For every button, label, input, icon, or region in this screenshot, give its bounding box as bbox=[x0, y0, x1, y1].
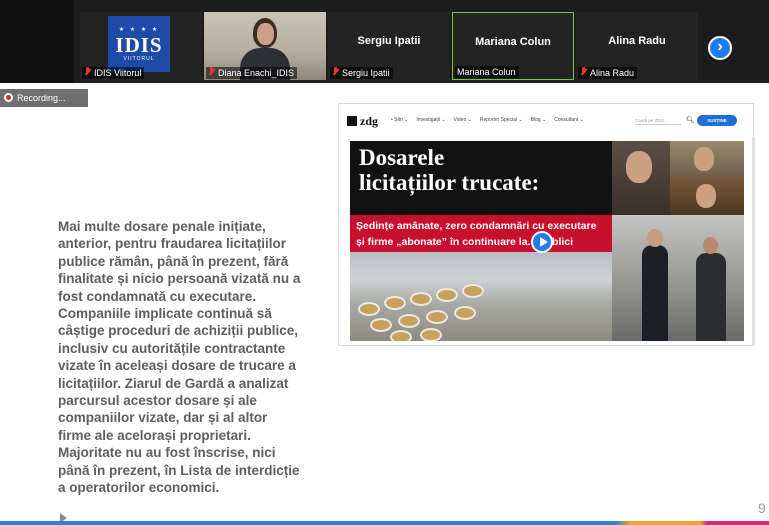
participant-tile-mariana[interactable]: Mariana Colun Mariana Colun bbox=[452, 12, 574, 80]
headline: Dosarele licitațiilor trucate: bbox=[359, 145, 540, 195]
slide-page-number: 9 bbox=[758, 500, 766, 516]
recording-indicator[interactable]: Recording... bbox=[0, 89, 88, 107]
mic-muted-icon bbox=[84, 67, 91, 77]
menu-item: Blog ⌄ bbox=[530, 117, 547, 123]
website-screenshot: zdg • Știri ⌄ Investigații ⌄ Video ⌄ Rep… bbox=[338, 103, 755, 346]
slide-footer-bar bbox=[0, 521, 769, 525]
participant-tile-sergiu[interactable]: Sergiu Ipatii Sergiu Ipatii bbox=[328, 12, 450, 80]
support-button: SUSȚINE bbox=[697, 115, 737, 126]
idis-logo: ★ ★ ★ ★ IDIS VIITORUL bbox=[108, 16, 170, 72]
mic-muted-icon bbox=[580, 67, 587, 77]
portrait-photo bbox=[612, 141, 670, 215]
participant-name: Alina Radu bbox=[578, 67, 638, 79]
hero-image: Dosarele licitațiilor trucate: Ședințe a… bbox=[350, 141, 744, 341]
site-search-input: Caută pe ZDG... bbox=[635, 116, 681, 125]
participant-tile-alina[interactable]: Alina Radu Alina Radu bbox=[576, 12, 698, 80]
slide-body-text: Mai multe dosare penale inițiate, anteri… bbox=[58, 219, 301, 496]
participant-tile-idis[interactable]: ★ ★ ★ ★ IDIS VIITORUL IDIS Viitorul bbox=[80, 12, 202, 80]
participant-display-name: Alina Radu bbox=[608, 35, 666, 47]
kitchen-photo bbox=[350, 252, 612, 341]
next-participants-button[interactable]: › bbox=[708, 36, 732, 60]
menu-item: • Știri ⌄ bbox=[391, 117, 409, 123]
mic-muted-icon bbox=[208, 67, 215, 77]
menu-item: Reporter Special ⌄ bbox=[479, 117, 523, 123]
record-icon bbox=[4, 93, 13, 102]
menu-item: Video ⌄ bbox=[453, 117, 472, 123]
participant-strip: ★ ★ ★ ★ IDIS VIITORUL IDIS Viitorul Dian… bbox=[0, 0, 769, 83]
chevron-right-icon: › bbox=[717, 38, 723, 55]
play-icon bbox=[531, 231, 553, 253]
mic-muted-icon bbox=[332, 67, 339, 77]
participant-name: Diana Enachi_IDIS bbox=[206, 67, 298, 79]
participant-display-name: Sergiu Ipatii bbox=[357, 35, 421, 47]
site-logo: zdg bbox=[347, 114, 378, 129]
search-icon: 🔍︎ bbox=[686, 117, 695, 124]
headline-area: Dosarele licitațiilor trucate: bbox=[350, 141, 612, 215]
participant-display-name: Mariana Colun bbox=[475, 36, 551, 48]
street-photo bbox=[612, 215, 744, 341]
menu-item: Consultant ⌄ bbox=[554, 117, 584, 123]
participant-name: IDIS Viitorul bbox=[82, 67, 145, 79]
participant-name: Sergiu Ipatii bbox=[330, 67, 393, 79]
strip-left-area bbox=[0, 0, 74, 83]
menu-item: Investigații ⌄ bbox=[416, 117, 446, 123]
site-menu: • Știri ⌄ Investigații ⌄ Video ⌄ Reporte… bbox=[391, 117, 584, 123]
site-scrollbar bbox=[752, 137, 755, 346]
participant-tile-diana[interactable]: Diana Enachi_IDIS bbox=[204, 12, 326, 80]
participant-name: Mariana Colun bbox=[455, 66, 519, 78]
portrait-photo bbox=[670, 178, 744, 215]
logo-mark-icon bbox=[347, 116, 357, 126]
site-navbar: zdg • Știri ⌄ Investigații ⌄ Video ⌄ Rep… bbox=[339, 104, 753, 137]
subheadline-banner: Ședințe amânate, zero condamnări cu exec… bbox=[350, 215, 612, 252]
portrait-photo bbox=[670, 141, 744, 178]
